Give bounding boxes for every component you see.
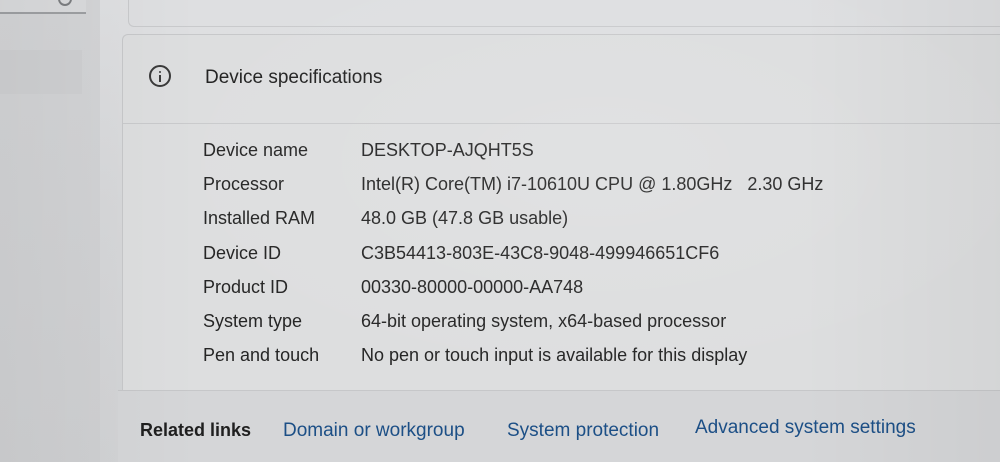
related-links-bar: Related links Domain or workgroup System…: [118, 390, 1000, 462]
spec-label: Pen and touch: [203, 345, 320, 366]
advanced-system-settings-link[interactable]: Advanced system settings: [695, 417, 916, 439]
system-protection-link[interactable]: System protection: [507, 420, 659, 442]
system-about-screen: Device specifications Device name DESKTO…: [0, 0, 1000, 462]
spec-label: Device ID: [203, 242, 282, 263]
spec-value: 48.0 GB (47.8 GB usable): [361, 208, 569, 229]
sidebar: [0, 0, 100, 462]
spec-label: Installed RAM: [203, 208, 316, 229]
spec-value: C3B54413-803E-43C8-9048-499946651CF6: [361, 242, 720, 263]
spec-value: 64-bit operating system, x64-based proce…: [361, 310, 727, 331]
spec-row-system-type: System type 64-bit operating system, x64…: [123, 306, 1000, 340]
spec-label: Processor: [203, 174, 285, 195]
spec-row-pen-and-touch: Pen and touch No pen or touch input is a…: [123, 340, 1000, 374]
spec-value: Intel(R) Core(TM) i7-10610U CPU @ 1.80GH…: [361, 174, 824, 195]
info-icon: [149, 65, 171, 87]
spec-value: No pen or touch input is available for t…: [361, 345, 748, 366]
domain-or-workgroup-link[interactable]: Domain or workgroup: [283, 420, 465, 442]
spec-value: 00330-80000-00000-AA748: [361, 276, 584, 297]
spec-label: Product ID: [203, 276, 289, 297]
device-specifications-header[interactable]: Device specifications: [123, 35, 1000, 124]
spec-value: DESKTOP-AJQHT5S: [361, 140, 534, 160]
search-icon[interactable]: [58, 0, 72, 6]
spec-row-product-id: Product ID 00330-80000-00000-AA748: [123, 272, 1000, 306]
related-links-title: Related links: [140, 420, 252, 440]
spec-row-installed-ram: Installed RAM 48.0 GB (47.8 GB usable): [123, 203, 1000, 237]
search-box[interactable]: [0, 0, 86, 14]
spec-rows: Device name DESKTOP-AJQHT5S Processor In…: [123, 135, 1000, 374]
spec-row-device-id: Device ID C3B54413-803E-43C8-9048-499946…: [123, 238, 1000, 272]
section-title: Device specifications: [205, 67, 383, 88]
sidebar-selected-item[interactable]: [0, 50, 82, 94]
spec-label: System type: [203, 310, 303, 331]
device-specifications-card: Device specifications Device name DESKTO…: [122, 34, 1000, 390]
spec-row-device-name: Device name DESKTOP-AJQHT5S: [123, 135, 1000, 169]
previous-section-card: [128, 0, 1000, 27]
spec-row-processor: Processor Intel(R) Core(TM) i7-10610U CP…: [123, 169, 1000, 203]
spec-label: Device name: [203, 140, 309, 160]
